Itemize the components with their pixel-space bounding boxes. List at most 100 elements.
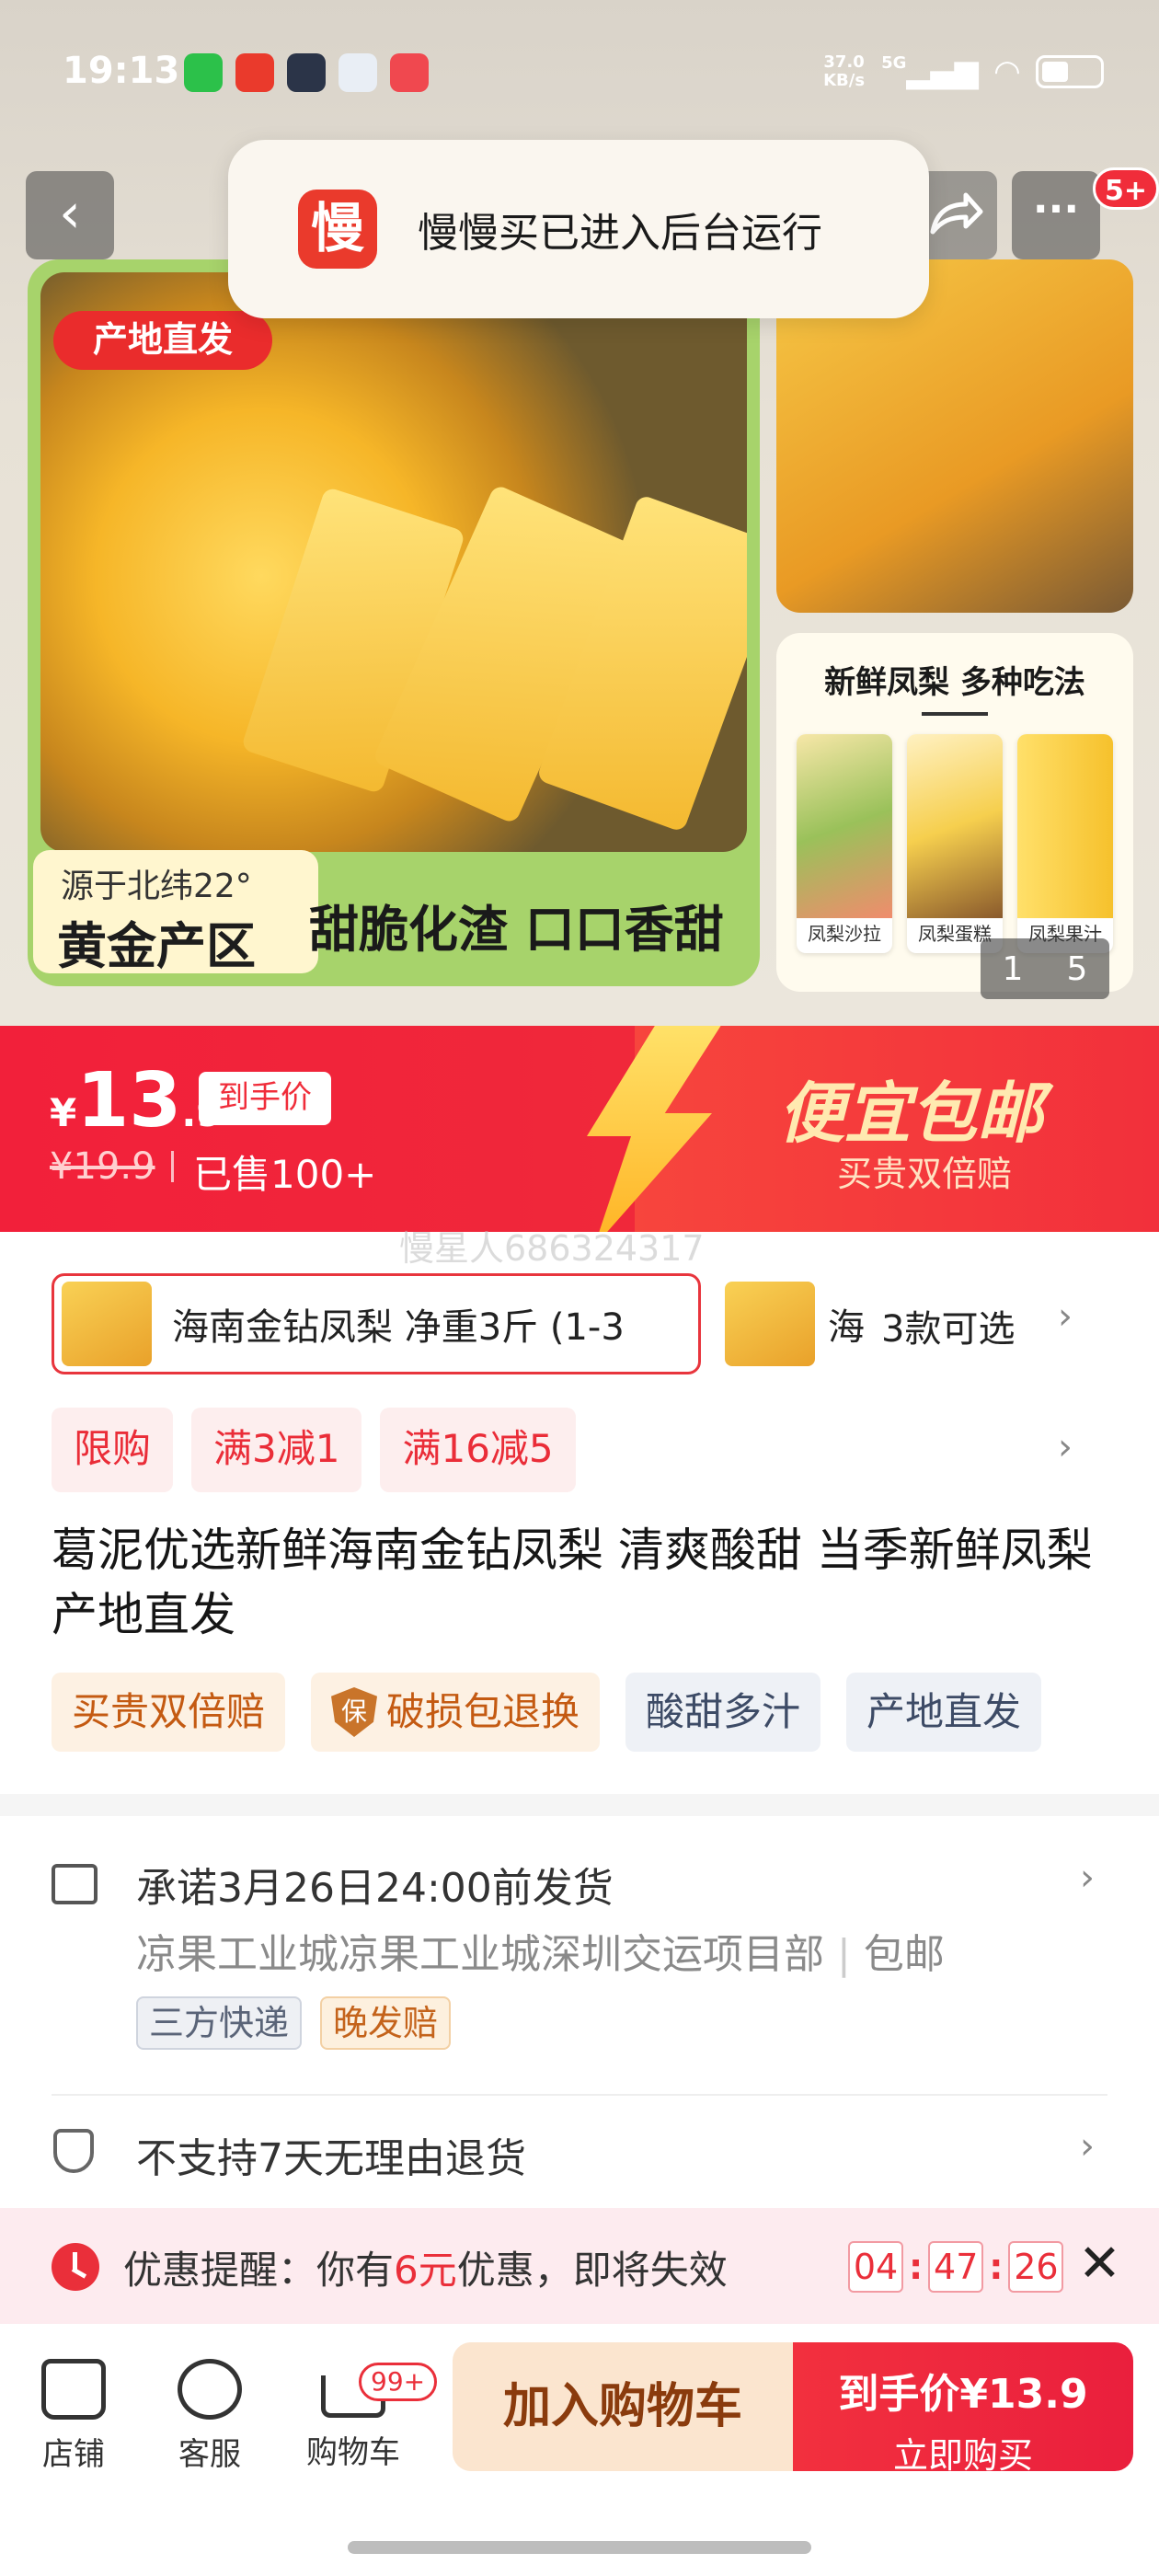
promo-tag[interactable]: 满3减1	[191, 1408, 362, 1492]
signal-label: 5G	[881, 53, 907, 73]
price-currency: ¥	[50, 1090, 77, 1135]
service-tag-label: 破损包退换	[386, 1689, 580, 1734]
main-image-caption: 甜脆化渣 口口香甜	[309, 901, 724, 959]
signal-icon: 5G▂▄▆	[881, 53, 979, 90]
service-label: 客服	[178, 2436, 241, 2473]
sku-option-selected[interactable]: 海南金钻凤梨 净重3斤 (1-3	[52, 1273, 701, 1374]
late-comp-tag: 晚发赔	[320, 1996, 452, 2050]
clock-icon	[52, 2243, 99, 2291]
reminder-suffix: 优惠，即将失效	[456, 2248, 728, 2293]
service-tags: 买贵双倍赔 保 破损包退换 酸甜多汁 产地直发	[52, 1673, 1042, 1752]
chevron-right-icon[interactable]: ›	[1058, 1426, 1073, 1468]
pager-total: 5	[1066, 949, 1088, 988]
reminder-text: 优惠提醒：你有6元优惠，即将失效	[123, 2239, 728, 2295]
back-arrow-icon: ‹	[59, 181, 81, 246]
home-indicator[interactable]	[348, 2541, 811, 2554]
buy-now-button[interactable]: 到手价¥13.9 立即购买	[793, 2342, 1133, 2476]
sku-label: 海南金钻凤梨 净重3斤 (1-3	[172, 1306, 625, 1349]
chevron-right-icon: ›	[1080, 2125, 1095, 2168]
service-tag: 酸甜多汁	[625, 1673, 821, 1752]
product-gallery[interactable]: 19:13 37.0 KB/s 5G▂▄▆ ◠ 产地直发 源于北纬22° 黄金产…	[0, 0, 1159, 1026]
promo-subtitle: 买贵双倍赔	[837, 1154, 1013, 1194]
return-policy[interactable]: 不支持7天无理由退货 ›	[0, 2107, 1159, 2208]
final-price: ¥ 13 .9	[50, 1057, 224, 1144]
net-speed-unit: KB/s	[823, 71, 866, 90]
buy-now-label: 立即购买	[892, 2435, 1033, 2476]
recipe-thumb: 凤梨沙拉	[797, 734, 892, 953]
coupon-reminder[interactable]: 优惠提醒：你有6元优惠，即将失效 04 : 47 : 26 ✕	[0, 2208, 1159, 2324]
close-icon[interactable]: ✕	[1078, 2234, 1121, 2294]
store-icon	[41, 2359, 106, 2420]
buy-price-label: 到手价¥13.9	[838, 2371, 1088, 2418]
manmanmai-icon	[235, 53, 274, 92]
section-divider	[0, 1794, 1159, 1816]
pager-current: 1	[1002, 949, 1024, 988]
add-to-cart-button[interactable]: 加入购物车	[453, 2342, 793, 2471]
notification-badge: 5+	[1093, 167, 1159, 210]
promo-tag[interactable]: 满16减5	[380, 1408, 576, 1492]
status-app-icons	[184, 53, 429, 92]
manmanmai-logo-icon: 慢	[298, 190, 377, 269]
service-tag-label: 酸甜多汁	[646, 1689, 801, 1734]
store-label: 店铺	[42, 2436, 105, 2473]
battery-icon	[1036, 55, 1104, 88]
more-button[interactable]: ···	[1012, 171, 1100, 259]
sku-option[interactable]: 海	[725, 1279, 872, 1369]
video-app-icon	[287, 53, 326, 92]
bottom-action-bar: 店铺 客服 购物车 99+ 加入购物车 到手价¥13.9 立即购买	[0, 2324, 1159, 2576]
promo-tag[interactable]: 限购	[52, 1408, 174, 1492]
address-separator: |	[837, 1931, 851, 1978]
shipping-info[interactable]: 承诺3月26日24:00前发货 凉果工业城凉果工业城深圳交运项目部 | 包邮 三…	[0, 1816, 1159, 2092]
golden-region-label: 黄金产区	[57, 917, 256, 975]
toast-message: 慢慢买已进入后台运行	[418, 210, 822, 257]
recipes-title: 新鲜凤梨 多种吃法	[824, 664, 1085, 701]
sku-thumbnail	[62, 1282, 152, 1366]
wechat-icon	[184, 53, 223, 92]
countdown-timer: 04 : 47 : 26	[848, 2241, 1064, 2293]
cart-button[interactable]: 购物车 99+	[298, 2342, 438, 2472]
background-running-toast: 慢 慢慢买已进入后台运行	[228, 140, 929, 318]
ship-address: 凉果工业城凉果工业城深圳交运项目部 | 包邮	[136, 1921, 945, 1980]
shipping-tags: 三方快递 晚发赔	[136, 1996, 452, 2050]
original-price: ¥19.9	[50, 1145, 155, 1188]
wifi-icon: ◠	[994, 53, 1019, 90]
sku-label: 海	[828, 1306, 865, 1349]
sku-selector[interactable]: 海南金钻凤梨 净重3斤 (1-3 海 3款可选 ›	[52, 1273, 1159, 1374]
price-integer: 13	[76, 1057, 182, 1144]
guarantee-shield-icon: 保	[331, 1687, 378, 1737]
timer-hours: 04	[848, 2241, 903, 2293]
customer-service-button[interactable]: 客服	[155, 2342, 265, 2474]
back-button[interactable]: ‹	[26, 171, 114, 259]
price-divider	[171, 1151, 174, 1182]
smiley-service-icon	[178, 2359, 242, 2420]
reminder-prefix: 优惠提醒：你有	[123, 2248, 395, 2293]
cart-count-badge: 99+	[359, 2363, 438, 2401]
net-speed-value: 37.0	[823, 52, 865, 72]
status-bar: 19:13 37.0 KB/s 5G▂▄▆ ◠	[0, 44, 1159, 109]
store-button[interactable]: 店铺	[18, 2342, 129, 2474]
chevron-right-icon: ›	[1080, 1857, 1095, 1899]
shield-check-icon	[53, 2129, 94, 2173]
free-shipping-label: 包邮	[863, 1931, 945, 1978]
shop-app-icon	[390, 53, 429, 92]
status-indicators: 37.0 KB/s 5G▂▄▆ ◠	[823, 53, 1104, 90]
recipe-thumb: 凤梨果汁	[1017, 734, 1113, 953]
service-tag-label: 买贵双倍赔	[72, 1689, 266, 1734]
title-underline	[922, 712, 988, 716]
sku-count[interactable]: 3款可选	[881, 1299, 1015, 1352]
service-tag: 保 破损包退换	[311, 1673, 601, 1752]
sold-count: 已售100+	[193, 1152, 377, 1197]
timer-seconds: 26	[1008, 2241, 1064, 2293]
service-tag-label: 产地直发	[866, 1689, 1022, 1734]
timer-minutes: 47	[928, 2241, 984, 2293]
recipe-thumb: 凤梨蛋糕	[907, 734, 1003, 953]
courier-tag: 三方快递	[136, 1996, 303, 2050]
chevron-right-icon: ›	[1058, 1295, 1073, 1338]
ship-promise: 承诺3月26日24:00前发货	[136, 1865, 614, 1912]
promotion-tags[interactable]: 限购 满3减1 满16减5	[52, 1408, 576, 1492]
price-banner: ¥ 13 .9 到手价 ¥19.9 已售100+ 便宜包邮 买贵双倍赔	[0, 1026, 1159, 1232]
ellipsis-icon: ···	[1032, 186, 1080, 233]
origin-tag: 产地直发	[53, 311, 272, 370]
recipe-caption: 凤梨沙拉	[808, 923, 881, 945]
latitude-note: 源于北纬22°	[61, 868, 252, 905]
